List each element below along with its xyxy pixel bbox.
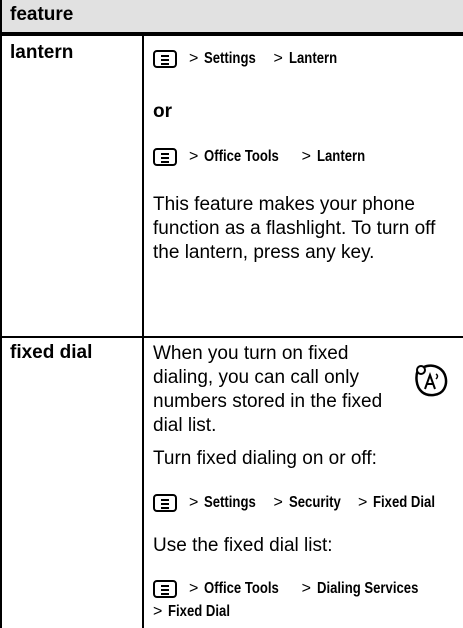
menu-path-security-fixed-dial: > Settings > Security > Fixed Dial [153,494,449,512]
menu-item-lantern: Lantern [288,50,337,67]
menu-item-dialing-services: Dialing Services [316,580,419,597]
row-divider [0,336,463,338]
turn-fixed-dialing-label: Turn fixed dialing on or off: [153,448,377,469]
column-divider [142,36,144,628]
menu-item-settings: Settings [204,50,257,67]
menu-path-officetools-lantern: > Office Tools > Lantern [153,148,376,166]
lantern-description: This feature makes your phone function a… [153,194,436,263]
menu-key-icon [153,148,177,166]
left-border [0,0,2,628]
menu-path-fixed-dial-continued: > Fixed Dial [153,603,231,620]
or-text: or [153,101,172,122]
menu-item-settings: Settings [204,494,257,511]
menu-item-office-tools: Office Tools [204,148,280,165]
network-dial-icon [415,364,448,397]
use-fixed-dial-list-label: Use the fixed dial list: [153,535,333,556]
header-divider [0,32,463,36]
feature-table: feature lantern > Settings > Lantern or … [0,0,463,628]
term-lantern: lantern [10,42,74,63]
header-title: feature [10,4,74,25]
menu-key-icon [153,50,177,68]
menu-path-dialing-services: > Office Tools > Dialing Services [153,580,441,598]
menu-key-icon [153,494,177,512]
menu-item-security: Security [288,494,341,511]
menu-item-office-tools: Office Tools [204,580,280,597]
fixed-dial-intro: When you turn on fixed dialing, you can … [153,343,383,436]
menu-item-fixed-dial: Fixed Dial [168,603,231,620]
term-fixed-dial: fixed dial [10,342,93,363]
menu-path-settings-lantern: > Settings > Lantern [153,50,347,68]
menu-key-icon [153,580,177,598]
menu-item-fixed-dial: Fixed Dial [373,494,436,511]
table-header: feature [0,0,463,32]
menu-item-lantern: Lantern [316,148,366,165]
